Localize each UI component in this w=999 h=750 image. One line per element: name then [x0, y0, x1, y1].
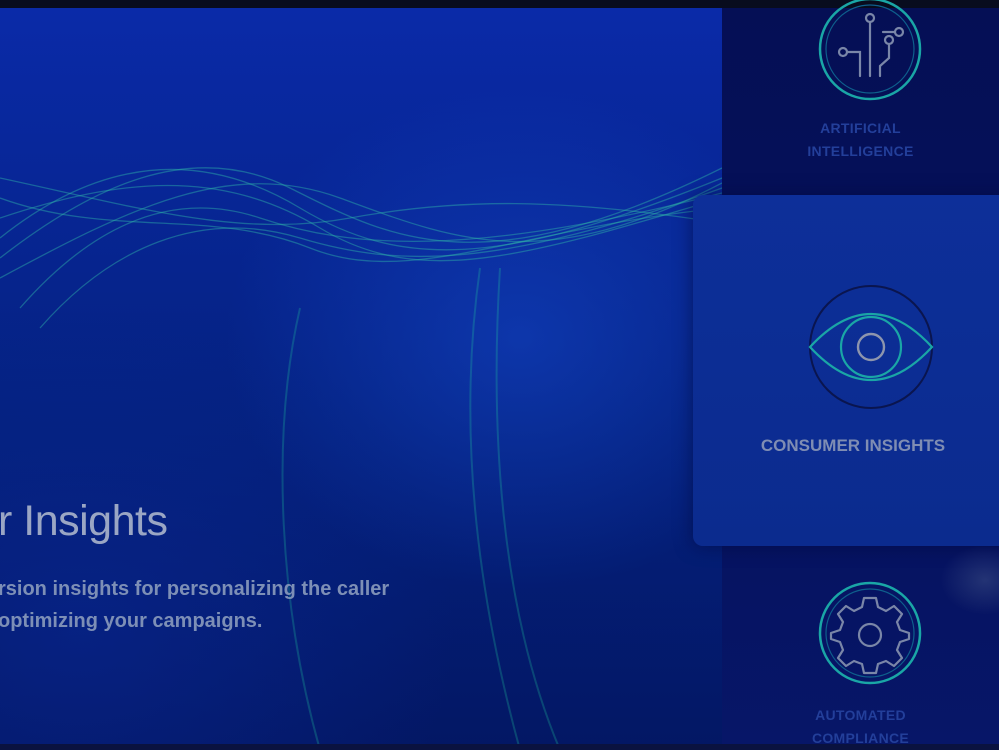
- wave-background-graphic: [0, 167, 722, 750]
- hero-description-line: rsion insights for personalizing the cal…: [0, 578, 390, 600]
- solution-card-artificial-intelligence[interactable]: ARTIFICIAL INTELLIGENCE: [722, 0, 999, 194]
- card-label-line: AUTOMATED: [815, 707, 906, 723]
- card-label-line: INTELLIGENCE: [807, 143, 914, 159]
- gear-icon: [818, 581, 922, 685]
- card-label-line: ARTIFICIAL: [820, 120, 901, 136]
- hero-section: r Insights rsion insights for personaliz…: [0, 8, 722, 750]
- bottom-edge: [0, 744, 999, 750]
- hero-title: r Insights: [0, 497, 168, 545]
- card-label: CONSUMER INSIGHTS: [760, 436, 946, 455]
- solution-card-consumer-insights[interactable]: CONSUMER INSIGHTS: [693, 195, 999, 546]
- circuit-icon: [818, 0, 922, 101]
- light-glow-decoration: [940, 545, 999, 615]
- hero-description-line: optimizing your campaigns.: [0, 610, 263, 632]
- hero-description: rsion insights for personalizing the cal…: [0, 573, 389, 637]
- eye-icon: [808, 285, 934, 409]
- card-label: ARTIFICIAL INTELLIGENCE: [722, 117, 999, 163]
